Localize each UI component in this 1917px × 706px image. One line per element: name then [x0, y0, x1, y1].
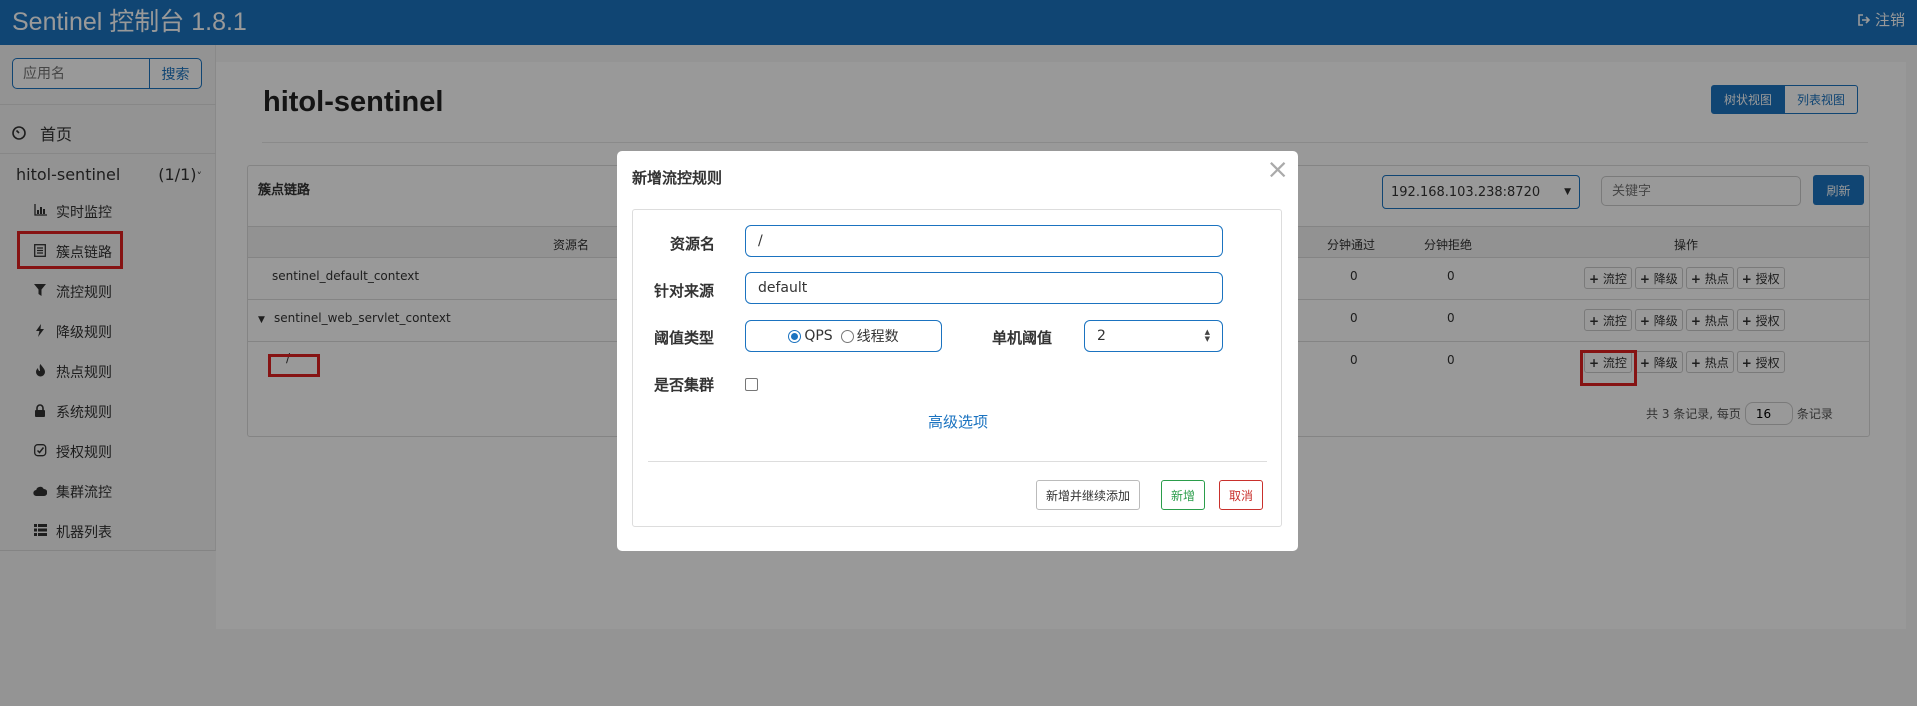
cluster-mode-checkbox[interactable]	[745, 378, 758, 391]
thread-radio[interactable]: 线程数	[840, 326, 899, 346]
limit-app-input[interactable]	[745, 272, 1223, 304]
resource-label: 资源名	[670, 235, 716, 253]
radio-checked-icon	[788, 329, 802, 343]
qps-radio[interactable]: QPS	[788, 328, 833, 344]
dialog-form: 资源名 针对来源 阈值类型 QPS 线程数 单机阈值 2 ▲▼ 是否集群 高级选…	[632, 209, 1282, 527]
add-and-continue-button[interactable]: 新增并继续添加	[1036, 480, 1141, 510]
limit-app-label: 针对来源	[654, 282, 715, 300]
divider	[648, 461, 1267, 462]
radio-unchecked-icon	[840, 329, 854, 343]
advanced-options-link[interactable]: 高级选项	[633, 411, 1283, 432]
close-icon[interactable]: ×	[1266, 156, 1289, 183]
threshold-count-input[interactable]: 2 ▲ ▼	[1084, 320, 1223, 352]
spinner-arrows-icon[interactable]: ▲ ▼	[1205, 329, 1210, 343]
add-button[interactable]: 新增	[1161, 480, 1206, 510]
new-flow-rule-dialog: 新增流控规则 × 资源名 针对来源 阈值类型 QPS 线程数 单机阈值 2 ▲▼…	[617, 151, 1298, 551]
threshold-type-group: QPS 线程数	[745, 320, 942, 352]
single-threshold-label: 单机阈值	[992, 329, 1053, 347]
threshold-count-value: 2	[1097, 328, 1106, 344]
resource-name-input[interactable]	[745, 225, 1223, 257]
cancel-button[interactable]: 取消	[1219, 480, 1264, 510]
threshold-type-label: 阈值类型	[654, 329, 715, 347]
cluster-mode-label: 是否集群	[654, 376, 715, 394]
dialog-title: 新增流控规则	[632, 169, 723, 187]
